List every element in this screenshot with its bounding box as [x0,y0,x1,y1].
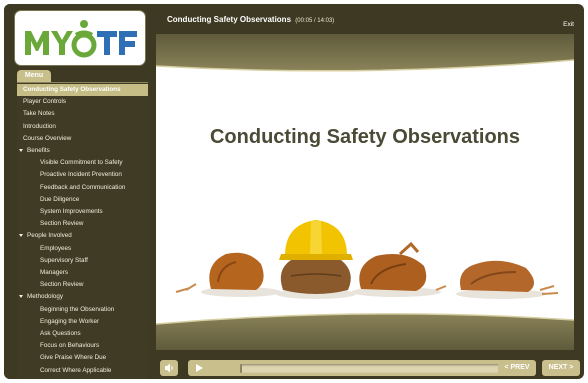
menu-item-label: Focus on Behaviours [40,342,100,350]
course-title-text: Conducting Safety Observations [167,15,292,24]
menu-tab[interactable]: Menu [17,70,51,82]
menu-item-label: Engaging the Worker [40,317,100,325]
menu-item[interactable]: Introduction [17,121,148,133]
speaker-icon [165,363,173,373]
menu-item-label: Conducting Safety Observations [23,86,121,93]
expand-caret-icon[interactable] [19,234,23,238]
prev-button[interactable]: < PREV [498,360,536,376]
menu-item[interactable]: System Improvements [17,206,148,218]
menu-item-label: Give Praise Where Due [40,354,107,362]
next-button[interactable]: NEXT > [542,360,580,376]
menu-list: Conducting Safety Observations Player Con… [17,82,148,379]
player-controls: < PREV NEXT > [156,360,584,379]
menu-item[interactable]: Beginning the Observation [17,304,148,316]
menu-item[interactable]: Due Diligence [17,194,148,206]
menu-item[interactable]: Proactive Incident Prevention [17,169,148,181]
menu-item[interactable]: Methodology [17,291,148,303]
menu-item-label: System Improvements [40,208,103,215]
menu-item[interactable]: Benefits [17,145,148,157]
menu-item-label: Introduction [23,122,56,130]
menu-item-label: Feedback and Communication [40,183,126,191]
menu-item-label: Take Notes [23,110,55,118]
menu-item[interactable]: Focus on Behaviours [17,340,148,352]
logo [15,11,145,65]
menu-item[interactable]: Ask Questions [17,328,148,340]
walnuts-hardhat-image [175,220,559,299]
menu-item[interactable]: People Involved [17,230,148,242]
menu-item-label: Benefits [27,147,50,154]
menu-item[interactable]: Employees [17,243,148,255]
menu-item-label: Section Review [40,220,84,228]
menu-item-label: Due Diligence [40,195,80,203]
expand-caret-icon[interactable] [19,148,23,152]
slide-title: Conducting Safety Observations [209,126,521,148]
playback-bar [188,360,517,376]
slide-area: Conducting Safety Observations [156,34,574,350]
course-title: Conducting Safety Observations (00:05 / … [167,15,334,24]
slide-bottom-band [156,313,574,350]
menu-item-label: Methodology [27,293,64,301]
menu-item[interactable]: Correct Where Applicable [17,365,148,377]
menu-item-label: Correct Where Applicable [40,366,112,374]
play-icon[interactable] [193,360,205,376]
progress-track[interactable] [240,364,500,373]
menu-item[interactable]: Player Controls [17,96,148,108]
slide-top-band [156,34,574,72]
menu-item-label: Managers [40,269,69,276]
menu-item[interactable]: Engaging the Worker [17,316,148,328]
menu-item[interactable]: Conducting Safety Observations [17,84,148,96]
myotf-logo-icon [25,20,137,58]
menu-item[interactable]: Take Notes [17,108,148,120]
expand-caret-icon[interactable] [19,295,23,299]
menu-item[interactable]: Section Review [17,279,148,291]
menu-item-label: Employees [40,244,72,252]
menu-item[interactable]: Managers [17,267,148,279]
menu-item[interactable]: Give Praise Where Due [17,352,148,364]
progress-fill [240,364,242,373]
menu-item-label: Course Overview [23,134,72,142]
menu-item-label: Player Controls [23,98,67,106]
menu-item-label: Visible Commitment to Safety [40,159,123,167]
exit-button[interactable]: Exit [563,21,574,28]
menu-item-label: Ask Questions [40,330,81,337]
menu-item[interactable]: Course Overview [17,133,148,145]
menu-item-label: Proactive Incident Prevention [40,171,122,179]
sidebar: Menu Conducting Safety Observations Playe… [4,4,156,379]
menu-item[interactable]: Visible Commitment to Safety [17,157,148,169]
menu-item[interactable]: Section Review [17,218,148,230]
menu-item[interactable]: Feedback and Communication [17,182,148,194]
menu-item-label: Supervisory Staff [40,256,88,264]
volume-button[interactable] [160,360,178,376]
menu-item-label: People Involved [27,232,72,240]
menu-item-label: Section Review [40,281,84,289]
elapsed-time: (00:05 / 14:03) [295,18,335,24]
menu-item[interactable]: Supervisory Staff [17,255,148,267]
header: Conducting Safety Observations (00:05 / … [156,4,584,38]
menu-item-label: Beginning the Observation [40,305,115,313]
